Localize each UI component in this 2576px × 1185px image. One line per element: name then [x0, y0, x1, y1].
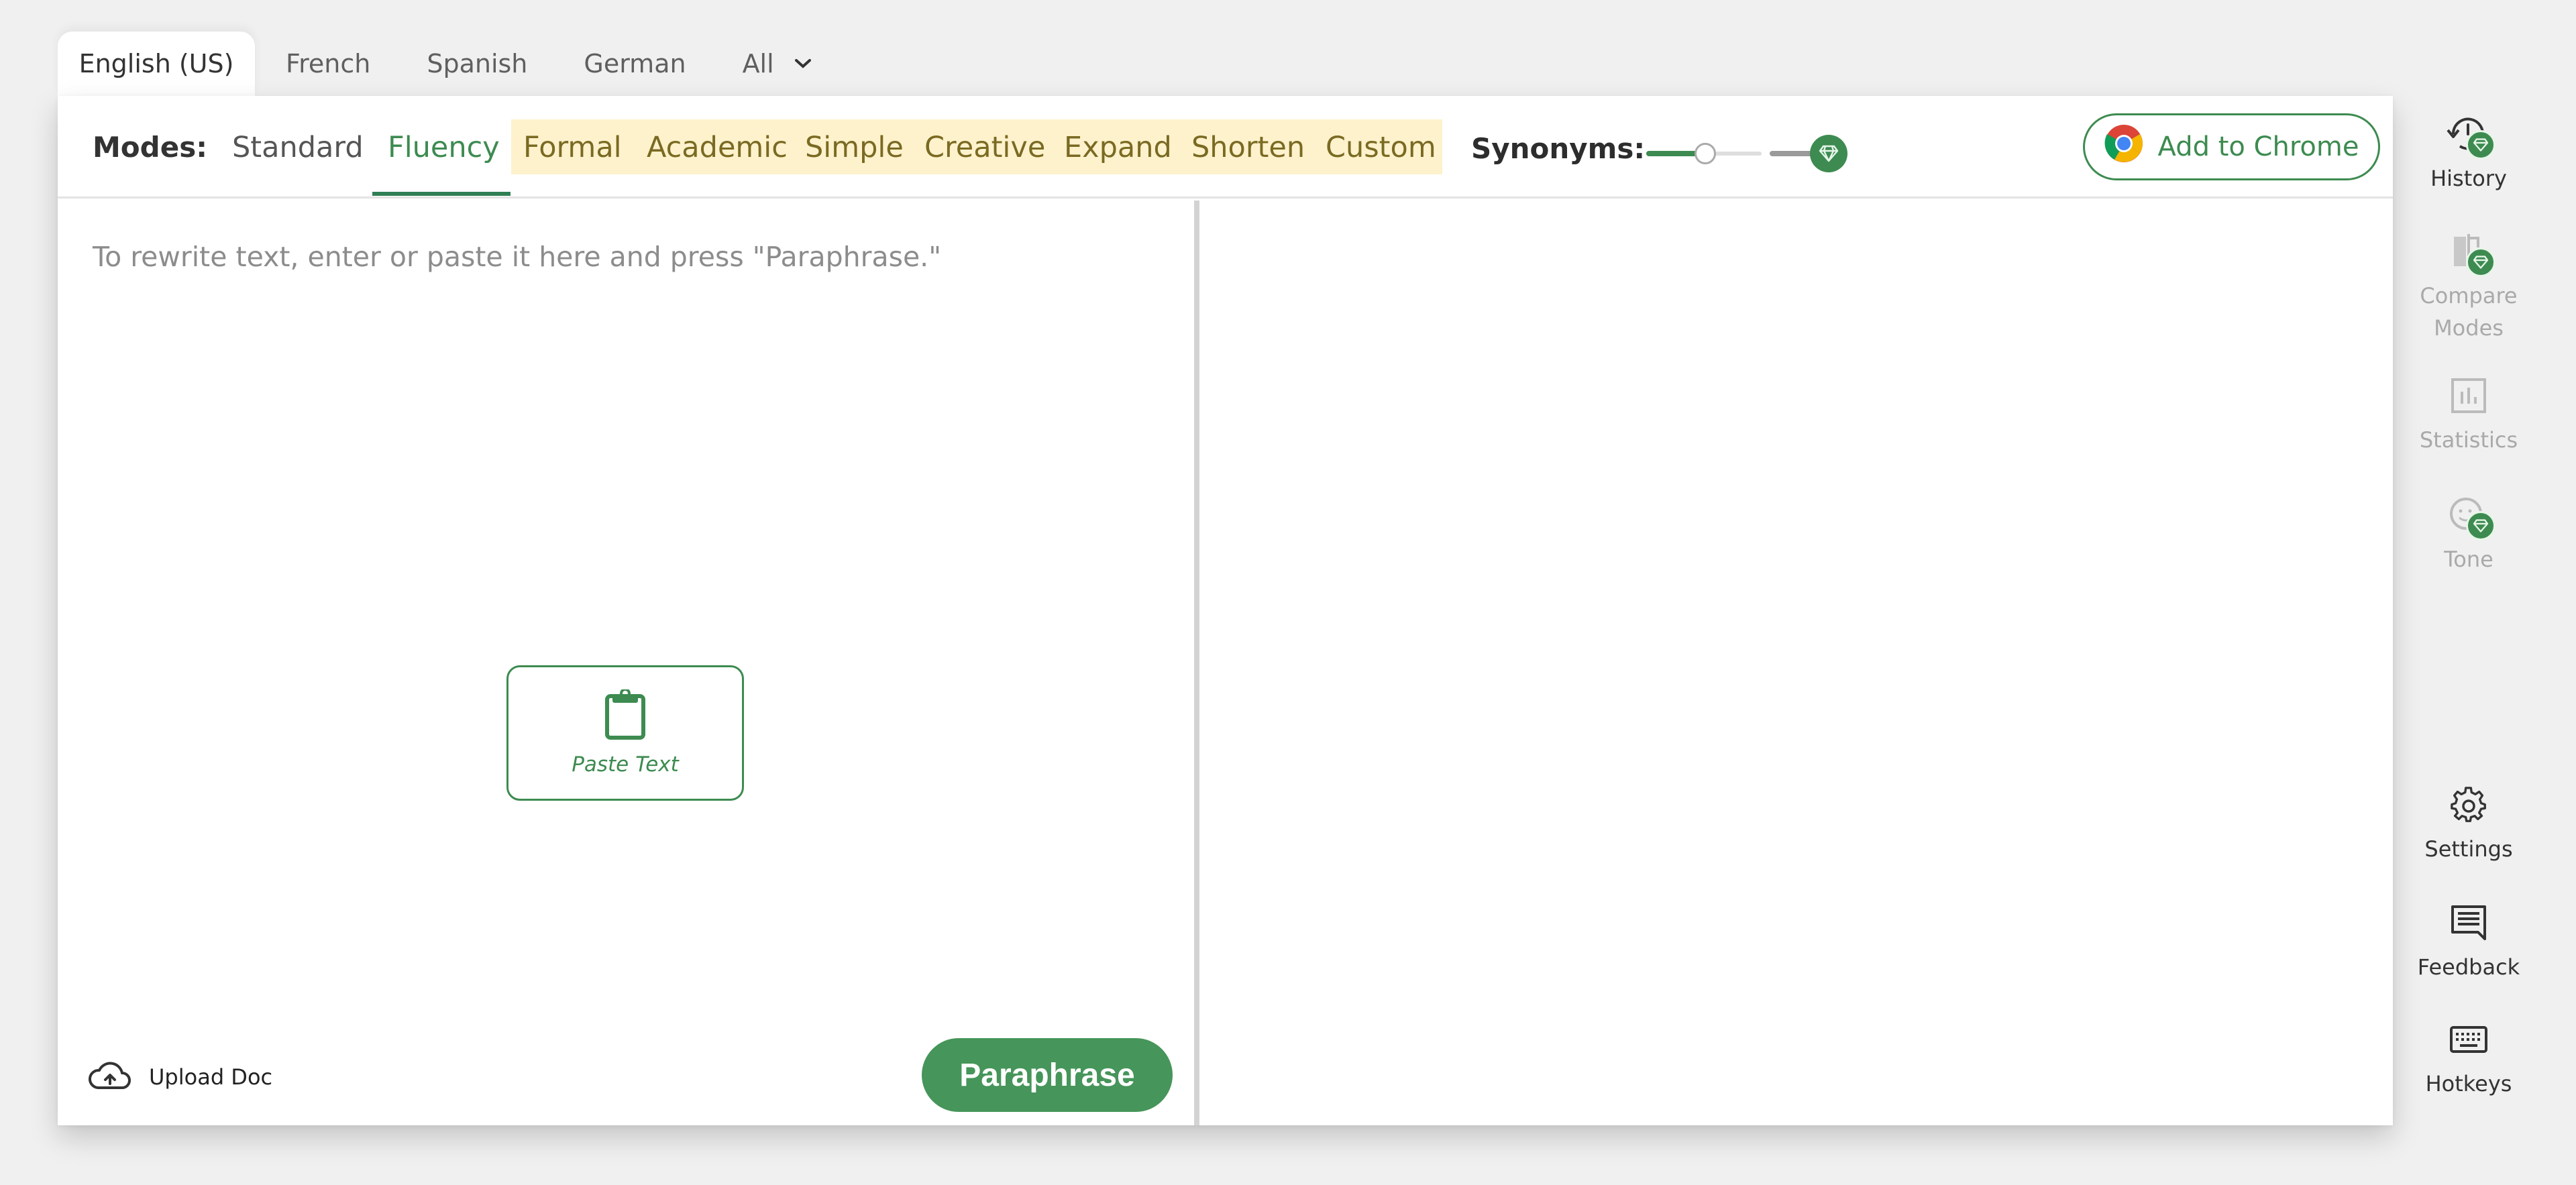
mode-toolbar: Modes: Standard Fluency Formal Academic … [58, 96, 2393, 199]
mode-fluency[interactable]: Fluency [388, 131, 500, 164]
dropdown-label: All [742, 49, 774, 78]
mode-creative[interactable]: Creative [924, 131, 1045, 164]
all-languages-dropdown[interactable]: All [714, 32, 841, 96]
sidebar-label: Hotkeys [2425, 1071, 2512, 1096]
slider-thumb[interactable] [1695, 143, 1716, 164]
active-mode-indicator [372, 192, 511, 196]
paraphraser-app: English (US) French Spanish German All M… [0, 0, 2576, 1185]
output-pane [1199, 201, 2393, 1125]
sidebar-label: Settings [2424, 836, 2513, 862]
premium-gem-badge [2466, 130, 2496, 160]
history-icon [2442, 107, 2496, 161]
sidebar-item-statistics[interactable]: Statistics [2402, 369, 2536, 456]
input-placeholder[interactable]: To rewrite text, enter or paste it here … [93, 241, 941, 273]
modes-label: Modes: [93, 131, 207, 164]
synonyms-slider[interactable] [1646, 135, 1847, 172]
keyboard-icon [2442, 1013, 2496, 1066]
mode-simple[interactable]: Simple [805, 131, 904, 164]
mode-academic[interactable]: Academic [647, 131, 788, 164]
compare-modes-icon [2442, 225, 2496, 278]
add-to-chrome-label: Add to Chrome [2157, 131, 2359, 162]
sidebar-label: History [2430, 166, 2507, 191]
paraphrase-button[interactable]: Paraphrase [922, 1038, 1173, 1112]
sidebar-item-feedback[interactable]: Feedback [2402, 896, 2536, 983]
gear-icon [2442, 778, 2496, 832]
tone-icon [2442, 488, 2496, 542]
clipboard-icon [603, 688, 647, 743]
cloud-upload-icon [89, 1061, 131, 1093]
slider-track-filled [1646, 151, 1701, 156]
chevron-down-icon [793, 57, 813, 70]
sidebar-label: Compare Modes [2420, 283, 2518, 341]
paste-text-button[interactable]: Paste Text [506, 665, 744, 801]
chrome-icon [2104, 124, 2143, 170]
premium-gem-badge [2466, 247, 2496, 277]
upload-doc-button[interactable]: Upload Doc [89, 1061, 272, 1093]
sidebar-item-settings[interactable]: Settings [2402, 778, 2536, 865]
upload-doc-label: Upload Doc [149, 1064, 273, 1090]
sidebar-label: Statistics [2419, 427, 2518, 453]
paste-text-label: Paste Text [572, 752, 679, 777]
pane-divider[interactable] [1194, 201, 1199, 1125]
tab-german[interactable]: German [555, 32, 714, 96]
language-tabs: English (US) French Spanish German All [58, 32, 841, 96]
feedback-icon [2442, 896, 2496, 950]
sidebar-label: Tone [2444, 547, 2493, 572]
tab-french[interactable]: French [255, 32, 398, 96]
mode-formal[interactable]: Formal [523, 131, 622, 164]
tab-label: English (US) [78, 49, 234, 78]
sidebar-item-hotkeys[interactable]: Hotkeys [2402, 1013, 2536, 1100]
paraphraser-panel: Modes: Standard Fluency Formal Academic … [58, 96, 2393, 1125]
add-to-chrome-button[interactable]: Add to Chrome [2083, 113, 2380, 180]
mode-shorten[interactable]: Shorten [1191, 131, 1305, 164]
synonyms-label: Synonyms: [1471, 132, 1646, 165]
tab-spanish[interactable]: Spanish [398, 32, 555, 96]
input-pane[interactable]: To rewrite text, enter or paste it here … [58, 201, 1194, 1125]
sidebar-item-history[interactable]: History [2402, 107, 2536, 194]
premium-gem-badge [2466, 511, 2496, 541]
tab-label: German [584, 49, 686, 78]
mode-standard[interactable]: Standard [232, 131, 364, 164]
mode-custom[interactable]: Custom [1326, 131, 1436, 164]
statistics-icon [2442, 369, 2496, 422]
gem-icon[interactable] [1810, 135, 1847, 172]
sidebar-label: Feedback [2417, 954, 2520, 980]
sidebar-item-tone[interactable]: Tone [2402, 488, 2536, 575]
mode-expand[interactable]: Expand [1064, 131, 1172, 164]
tab-label: Spanish [427, 49, 528, 78]
sidebar-item-compare-modes[interactable]: Compare Modes [2402, 225, 2536, 344]
tab-label: French [286, 49, 371, 78]
tab-english-us[interactable]: English (US) [58, 32, 255, 96]
